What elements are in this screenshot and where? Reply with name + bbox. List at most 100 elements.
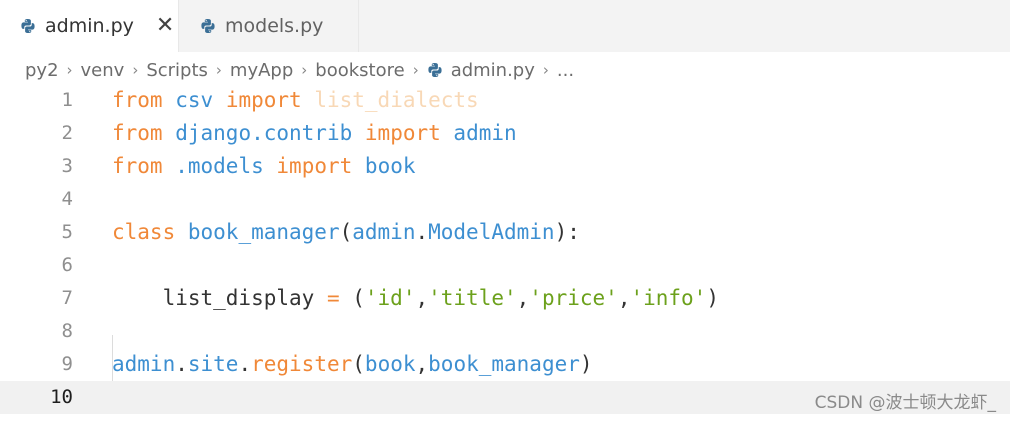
code-token: , [415,286,429,310]
code-line[interactable]: 1 from csv import list_dialects [0,84,1010,117]
python-file-icon [20,18,36,34]
code-text: from .models import book [112,150,416,183]
code-line[interactable]: 9 admin.site.register(book,book_manager) [0,348,1010,381]
code-token: 'price' [529,286,618,310]
line-number: 6 [61,254,73,276]
code-token: ModelAdmin [428,220,555,244]
code-text: class book_manager(admin.ModelAdmin): [112,216,580,249]
code-token: csv [175,88,214,112]
code-token: , [415,352,429,376]
python-file-icon [427,62,443,78]
line-number: 10 [50,386,73,408]
code-token: import [225,88,302,112]
breadcrumb: py2 › venv › Scripts › myApp › bookstore… [0,52,1010,88]
line-number: 3 [61,155,73,177]
breadcrumb-item-venv[interactable]: venv [81,60,125,81]
code-token: class [112,220,176,244]
watermark: CSDN @波士顿大龙虾_ [814,393,996,413]
python-file-icon [200,18,216,34]
code-line[interactable]: 6 [0,249,1010,282]
code-token: ) [579,352,593,376]
breadcrumb-item-admin-py[interactable]: admin.py [451,60,535,81]
breadcrumb-item-scripts[interactable]: Scripts [146,60,208,81]
code-token: book_manager [187,220,340,244]
code-token: , [516,286,530,310]
code-token: .models [175,154,264,178]
code-line[interactable]: 8 [0,315,1010,348]
chevron-right-icon: › [215,61,222,79]
code-token: import [364,121,441,145]
code-token: from [112,121,163,145]
code-token: list_dialects [314,88,479,112]
code-token: , [617,286,631,310]
code-token: admin [112,352,176,376]
code-text: from django.contrib import admin [112,117,517,150]
chevron-right-icon: › [66,61,73,79]
tab-models-py[interactable]: models.py [179,0,359,52]
code-token: from [112,88,163,112]
code-text: list_display = ('id','title','price','in… [112,282,719,315]
code-token: list_display [112,286,327,310]
code-line[interactable]: 3 from .models import book [0,150,1010,183]
breadcrumb-item-myapp[interactable]: myApp [230,60,293,81]
close-icon[interactable]: ✕ [156,15,174,37]
code-token: . [175,352,188,376]
code-token: ( [339,286,365,310]
code-token: 'info' [630,286,707,310]
code-line[interactable]: 4 [0,183,1010,216]
line-number: 9 [61,353,73,375]
line-number: 5 [61,221,73,243]
code-token: book_manager [428,352,580,376]
breadcrumb-item-symbols[interactable]: ... [557,60,574,81]
line-number: 1 [61,89,73,111]
chevron-right-icon: › [132,61,139,79]
breadcrumb-item-py2[interactable]: py2 [25,60,59,81]
line-number: 8 [61,320,73,342]
chevron-right-icon: › [542,61,549,79]
tab-label: models.py [225,15,324,37]
breadcrumb-item-bookstore[interactable]: bookstore [315,60,404,81]
code-line[interactable]: 2 from django.contrib import admin [0,117,1010,150]
code-token: import [276,154,353,178]
editor-tab-bar: admin.py ✕ models.py [0,0,1010,52]
code-text: from csv import list_dialects [112,84,479,117]
code-line[interactable]: 5 class book_manager(admin.ModelAdmin): [0,216,1010,249]
code-token: ) [706,286,719,310]
code-token: django.contrib [175,121,353,145]
code-token: 'id' [364,286,416,310]
line-number: 7 [61,287,73,309]
code-token: ): [554,220,580,244]
code-line[interactable]: 7 list_display = ('id','title','price','… [0,282,1010,315]
tab-admin-py[interactable]: admin.py ✕ [0,0,179,52]
code-token: admin [352,220,416,244]
code-token: from [112,154,163,178]
code-token: book [364,352,416,376]
code-token: ( [352,352,365,376]
code-editor[interactable]: 1 from csv import list_dialects 2 from djan… [0,84,1010,421]
chevron-right-icon: › [412,61,419,79]
code-text: admin.site.register(book,book_manager) [112,348,593,381]
code-token: = [326,286,340,310]
code-token: ( [339,220,353,244]
code-token: . [238,352,252,376]
code-token: 'title' [428,286,517,310]
code-token: register [251,352,353,376]
code-token: site [187,352,239,376]
tab-label: admin.py [45,15,134,37]
line-number: 4 [61,188,73,210]
line-number: 2 [61,122,73,144]
code-token: . [415,220,429,244]
chevron-right-icon: › [301,61,308,79]
code-token: book [364,154,416,178]
code-token: admin [453,121,517,145]
